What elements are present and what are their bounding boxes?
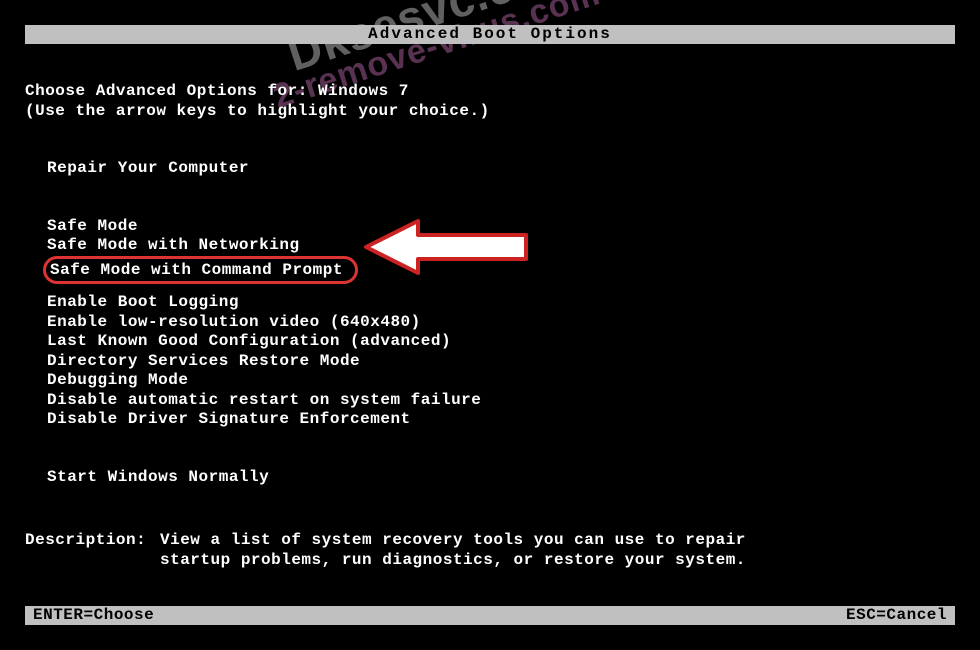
hint-line: (Use the arrow keys to highlight your ch… bbox=[25, 102, 955, 122]
option-debugging-mode[interactable]: Debugging Mode bbox=[25, 371, 955, 391]
choose-line: Choose Advanced Options for: Windows 7 bbox=[25, 82, 955, 102]
option-directory-services-restore[interactable]: Directory Services Restore Mode bbox=[25, 352, 955, 372]
footer-enter: ENTER=Choose bbox=[33, 606, 154, 625]
option-safe-mode-networking[interactable]: Safe Mode with Networking bbox=[25, 236, 955, 256]
option-repair-your-computer[interactable]: Repair Your Computer bbox=[25, 159, 955, 179]
footer-bar: ENTER=Choose ESC=Cancel bbox=[25, 606, 955, 625]
option-safe-mode[interactable]: Safe Mode bbox=[25, 217, 955, 237]
description-row: Description: View a list of system recov… bbox=[25, 531, 955, 551]
os-name: Windows 7 bbox=[318, 82, 409, 100]
option-enable-boot-logging[interactable]: Enable Boot Logging bbox=[25, 293, 955, 313]
title-bar: Advanced Boot Options bbox=[25, 25, 955, 44]
option-low-resolution-video[interactable]: Enable low-resolution video (640x480) bbox=[25, 313, 955, 333]
option-safe-mode-command-prompt[interactable]: Safe Mode with Command Prompt bbox=[25, 256, 955, 276]
footer-esc: ESC=Cancel bbox=[846, 606, 947, 625]
option-start-windows-normally[interactable]: Start Windows Normally bbox=[25, 468, 955, 488]
option-last-known-good-config[interactable]: Last Known Good Configuration (advanced) bbox=[25, 332, 955, 352]
description-text-2: startup problems, run diagnostics, or re… bbox=[160, 551, 746, 571]
boot-screen: Advanced Boot Options Choose Advanced Op… bbox=[25, 25, 955, 620]
option-disable-auto-restart[interactable]: Disable automatic restart on system fail… bbox=[25, 391, 955, 411]
description-text-1: View a list of system recovery tools you… bbox=[160, 531, 746, 551]
option-disable-driver-sig[interactable]: Disable Driver Signature Enforcement bbox=[25, 410, 955, 430]
description-label: Description: bbox=[25, 531, 160, 551]
highlight-box: Safe Mode with Command Prompt bbox=[43, 256, 358, 284]
